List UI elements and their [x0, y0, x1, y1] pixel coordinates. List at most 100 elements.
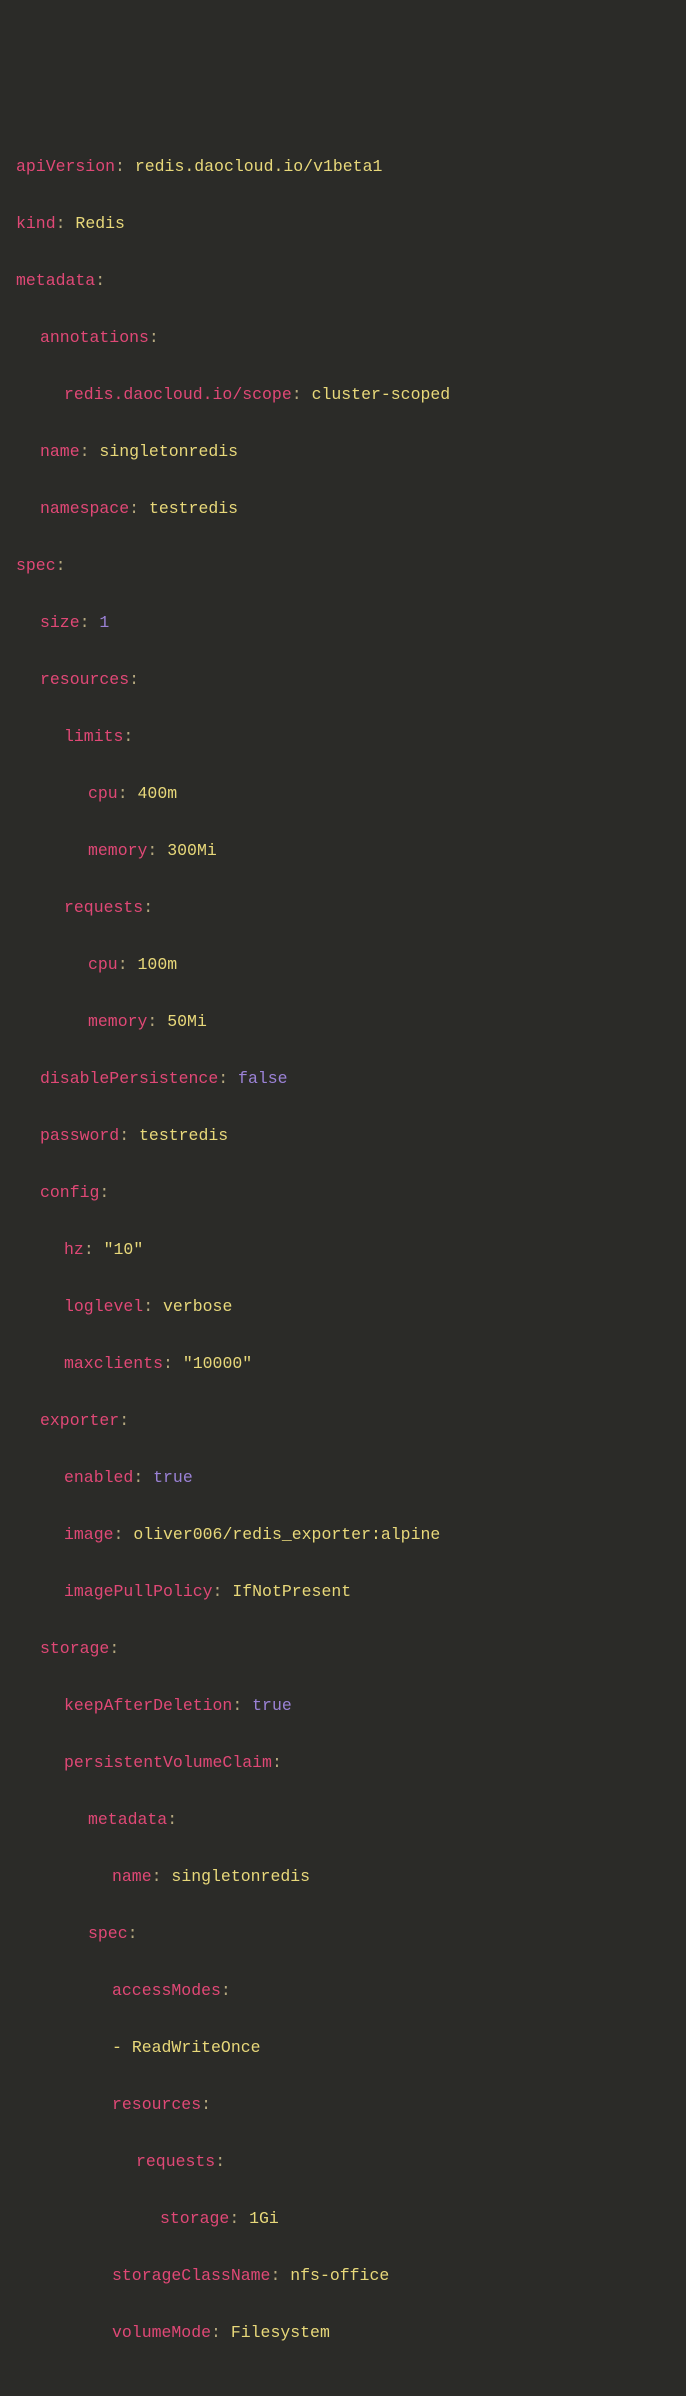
yaml-key: spec: [88, 1924, 128, 1943]
yaml-key: volumeMode: [112, 2323, 211, 2342]
yaml-value: 1Gi: [249, 2209, 279, 2228]
yaml-value: cluster-scoped: [312, 385, 451, 404]
yaml-key: kind: [16, 214, 56, 233]
yaml-line: kind: Redis: [16, 210, 670, 239]
yaml-key: resources: [112, 2095, 201, 2114]
yaml-line: requests:: [16, 2148, 670, 2177]
yaml-line: image: oliver006/redis_exporter:alpine: [16, 1521, 670, 1550]
yaml-line: persistentVolumeClaim:: [16, 1749, 670, 1778]
yaml-key: enabled: [64, 1468, 133, 1487]
yaml-value: ReadWriteOnce: [132, 2038, 261, 2057]
yaml-value: redis.daocloud.io/v1beta1: [135, 157, 383, 176]
yaml-key: requests: [64, 898, 143, 917]
yaml-line: storageClassName: nfs-office: [16, 2262, 670, 2291]
yaml-line: maxclients: "10000": [16, 1350, 670, 1379]
yaml-line: name: singletonredis: [16, 1863, 670, 1892]
yaml-key: exporter: [40, 1411, 119, 1430]
yaml-value: true: [153, 1468, 193, 1487]
yaml-key: cpu: [88, 955, 118, 974]
yaml-value: 400m: [138, 784, 178, 803]
yaml-value: singletonredis: [99, 442, 238, 461]
yaml-value: 50Mi: [167, 1012, 207, 1031]
yaml-value: 100m: [138, 955, 178, 974]
yaml-code-block: apiVersion: redis.daocloud.io/v1beta1 ki…: [16, 124, 670, 2376]
yaml-line: loglevel: verbose: [16, 1293, 670, 1322]
yaml-line: imagePullPolicy: IfNotPresent: [16, 1578, 670, 1607]
yaml-line: disablePersistence: false: [16, 1065, 670, 1094]
yaml-value: 1: [99, 613, 109, 632]
yaml-line: spec:: [16, 1920, 670, 1949]
yaml-value: verbose: [163, 1297, 232, 1316]
yaml-key: disablePersistence: [40, 1069, 218, 1088]
yaml-line: requests:: [16, 894, 670, 923]
yaml-key: name: [112, 1867, 152, 1886]
yaml-value: true: [252, 1696, 292, 1715]
yaml-key: maxclients: [64, 1354, 163, 1373]
yaml-line: resources:: [16, 666, 670, 695]
yaml-line: apiVersion: redis.daocloud.io/v1beta1: [16, 153, 670, 182]
yaml-value: "10": [104, 1240, 144, 1259]
yaml-line: redis.daocloud.io/scope: cluster-scoped: [16, 381, 670, 410]
yaml-key: metadata: [16, 271, 95, 290]
yaml-key: storage: [160, 2209, 229, 2228]
yaml-value: false: [238, 1069, 288, 1088]
yaml-line: namespace: testredis: [16, 495, 670, 524]
yaml-value: Redis: [75, 214, 125, 233]
yaml-key: storageClassName: [112, 2266, 270, 2285]
yaml-value: testredis: [139, 1126, 228, 1145]
yaml-key: imagePullPolicy: [64, 1582, 213, 1601]
yaml-line: password: testredis: [16, 1122, 670, 1151]
yaml-line: - ReadWriteOnce: [16, 2034, 670, 2063]
yaml-line: cpu: 100m: [16, 951, 670, 980]
yaml-key: spec: [16, 556, 56, 575]
yaml-key: metadata: [88, 1810, 167, 1829]
yaml-key: keepAfterDeletion: [64, 1696, 232, 1715]
yaml-line: annotations:: [16, 324, 670, 353]
yaml-key: loglevel: [64, 1297, 143, 1316]
yaml-line: storage:: [16, 1635, 670, 1664]
yaml-value: singletonredis: [171, 1867, 310, 1886]
yaml-value: oliver006/redis_exporter:alpine: [133, 1525, 440, 1544]
yaml-key: password: [40, 1126, 119, 1145]
yaml-key: namespace: [40, 499, 129, 518]
yaml-line: memory: 300Mi: [16, 837, 670, 866]
yaml-value: Filesystem: [231, 2323, 330, 2342]
yaml-line: memory: 50Mi: [16, 1008, 670, 1037]
yaml-key: size: [40, 613, 80, 632]
yaml-key: memory: [88, 841, 147, 860]
dash-icon: -: [112, 2038, 132, 2057]
yaml-value: IfNotPresent: [232, 1582, 351, 1601]
yaml-line: metadata:: [16, 1806, 670, 1835]
yaml-key: cpu: [88, 784, 118, 803]
yaml-line: accessModes:: [16, 1977, 670, 2006]
yaml-value: "10000": [183, 1354, 252, 1373]
yaml-key: resources: [40, 670, 129, 689]
yaml-line: limits:: [16, 723, 670, 752]
yaml-key: image: [64, 1525, 114, 1544]
yaml-key: hz: [64, 1240, 84, 1259]
yaml-line: cpu: 400m: [16, 780, 670, 809]
yaml-key: limits: [64, 727, 123, 746]
yaml-value: 300Mi: [167, 841, 217, 860]
yaml-line: hz: "10": [16, 1236, 670, 1265]
yaml-key: config: [40, 1183, 99, 1202]
yaml-key: requests: [136, 2152, 215, 2171]
yaml-line: size: 1: [16, 609, 670, 638]
yaml-line: volumeMode: Filesystem: [16, 2319, 670, 2348]
yaml-line: keepAfterDeletion: true: [16, 1692, 670, 1721]
yaml-key: annotations: [40, 328, 149, 347]
yaml-key: memory: [88, 1012, 147, 1031]
yaml-key: storage: [40, 1639, 109, 1658]
yaml-key: apiVersion: [16, 157, 115, 176]
yaml-line: name: singletonredis: [16, 438, 670, 467]
yaml-key: redis.daocloud.io/scope: [64, 385, 292, 404]
yaml-key: name: [40, 442, 80, 461]
yaml-line: config:: [16, 1179, 670, 1208]
yaml-line: resources:: [16, 2091, 670, 2120]
yaml-line: spec:: [16, 552, 670, 581]
yaml-line: storage: 1Gi: [16, 2205, 670, 2234]
yaml-line: enabled: true: [16, 1464, 670, 1493]
yaml-key: persistentVolumeClaim: [64, 1753, 272, 1772]
yaml-line: exporter:: [16, 1407, 670, 1436]
yaml-value: testredis: [149, 499, 238, 518]
